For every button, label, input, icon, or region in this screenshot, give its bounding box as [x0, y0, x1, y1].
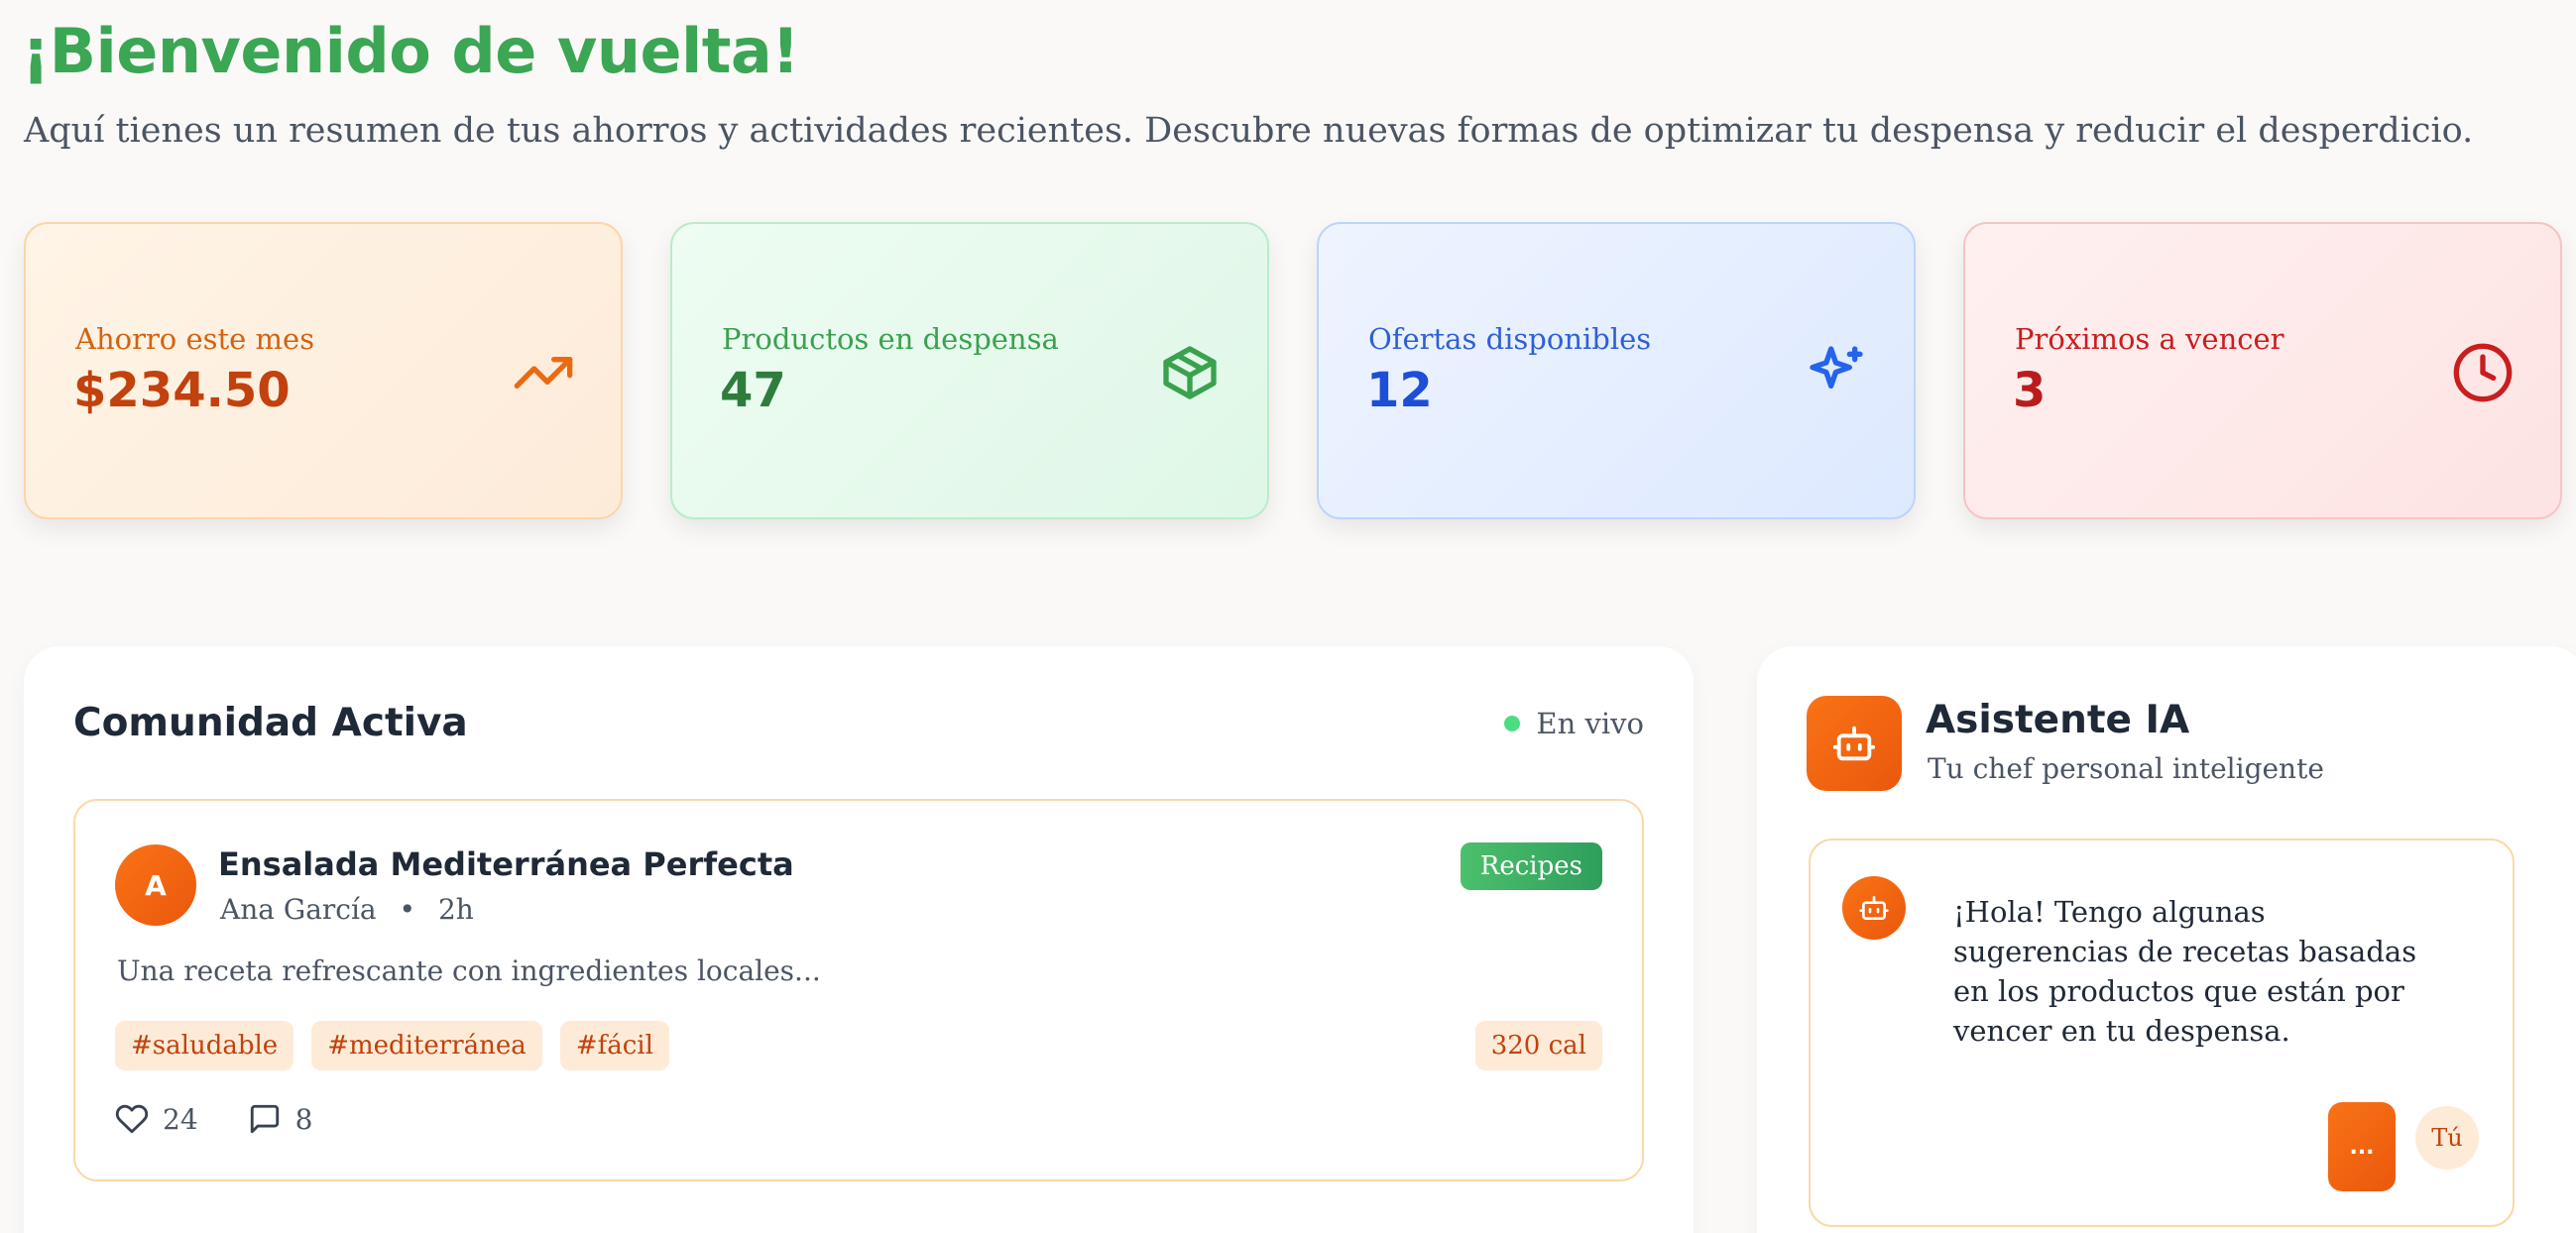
page-title: ¡Bienvenido de vuelta! [22, 15, 800, 87]
community-title: Comunidad Activa [73, 701, 468, 745]
post-time: 2h [437, 893, 474, 926]
message-square-icon [248, 1102, 282, 1136]
post-actions: 24 8 [115, 1102, 362, 1136]
trending-up-icon [512, 341, 575, 404]
post-card[interactable]: A Ensalada Mediterránea Perfecta Ana Gar… [73, 799, 1644, 1181]
live-indicator: En vivo [1504, 704, 1644, 743]
category-badge[interactable]: Recipes [1460, 842, 1602, 890]
bot-avatar-icon [1842, 876, 1906, 940]
comment-button[interactable]: 8 [248, 1102, 313, 1136]
post-title[interactable]: Ensalada Mediterránea Perfecta [218, 842, 794, 886]
post-author[interactable]: Ana García [220, 893, 377, 926]
user-avatar: Tú [2415, 1106, 2479, 1170]
assistant-title: Asistente IA [1926, 698, 2190, 742]
stat-value: 3 [2013, 363, 2047, 418]
clock-icon [2451, 341, 2515, 404]
stat-value: 47 [720, 363, 786, 418]
typing-indicator-button[interactable]: ... [2328, 1102, 2396, 1191]
sparkles-icon [1805, 341, 1868, 404]
package-icon [1158, 341, 1222, 404]
bot-icon [1807, 696, 1902, 791]
post-meta: Ana García • 2h [220, 890, 474, 930]
stat-card-expiring: Próximos a vencer 3 [1963, 222, 2562, 519]
live-label: En vivo [1536, 707, 1644, 740]
stat-label: Ofertas disponibles [1368, 322, 1652, 356]
stat-label: Ahorro este mes [75, 322, 315, 356]
bot-message: ¡Hola! Tengo algunas sugerencias de rece… [1953, 895, 2417, 1048]
stat-card-pantry: Productos en despensa 47 [670, 222, 1269, 519]
stat-label: Próximos a vencer [2015, 322, 2284, 356]
stat-card-offers: Ofertas disponibles 12 [1317, 222, 1916, 519]
chat-box: ¡Hola! Tengo algunas sugerencias de rece… [1809, 839, 2515, 1227]
community-panel: Comunidad Activa En vivo A Ensalada Medi… [24, 646, 1694, 1233]
stat-label: Productos en despensa [722, 322, 1059, 356]
assistant-subtitle: Tu chef personal inteligente [1928, 752, 2324, 785]
calories-badge: 320 cal [1474, 1021, 1602, 1070]
post-description: Una receta refrescante con ingredientes … [117, 954, 821, 987]
tag-list: #saludable #mediterránea #fácil [115, 1021, 669, 1070]
like-count: 24 [163, 1102, 198, 1136]
like-button[interactable]: 24 [115, 1102, 198, 1136]
tag[interactable]: #fácil [559, 1021, 669, 1070]
stat-value: $234.50 [73, 363, 291, 418]
avatar[interactable]: A [115, 844, 196, 926]
meta-separator: • [399, 893, 416, 926]
comment-count: 8 [294, 1102, 313, 1136]
page-subtitle: Aquí tienes un resumen de tus ahorros y … [24, 111, 2474, 151]
tag[interactable]: #saludable [115, 1021, 294, 1070]
stat-value: 12 [1366, 363, 1433, 418]
live-dot-icon [1504, 716, 1521, 731]
assistant-panel: Asistente IA Tu chef personal inteligent… [1757, 646, 2576, 1233]
tag[interactable]: #mediterránea [311, 1021, 542, 1070]
heart-icon [115, 1102, 149, 1136]
stat-card-savings: Ahorro este mes $234.50 [24, 222, 623, 519]
